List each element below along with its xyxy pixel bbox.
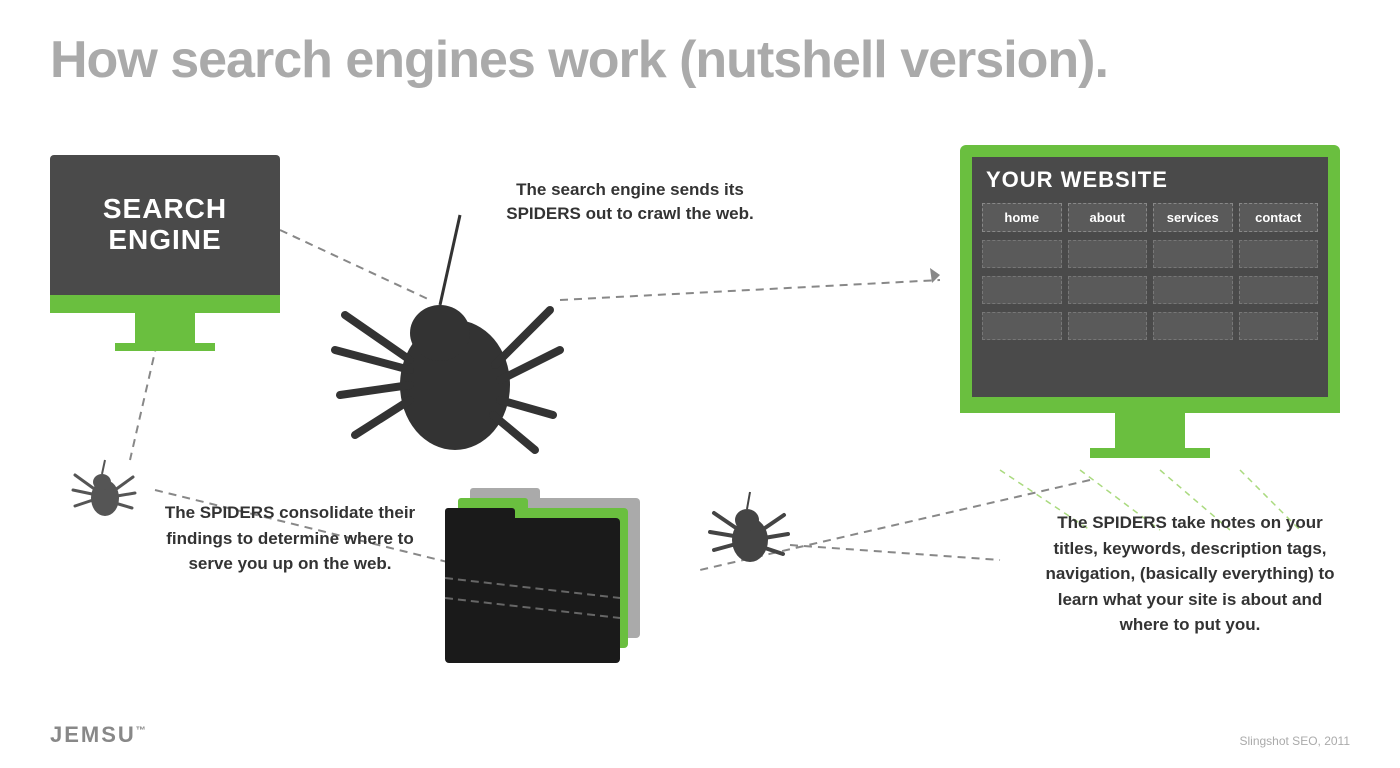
nav-home: home (982, 203, 1062, 232)
content-rows (982, 240, 1318, 340)
monitor-outer-green: YOUR WEBSITE home about services contact (960, 145, 1340, 397)
monitor-line1: SEARCH (103, 193, 227, 224)
nav-bar: home about services contact (982, 203, 1318, 232)
spider-large (295, 185, 575, 475)
nav-services: services (1153, 203, 1233, 232)
monitor-bottom-green (960, 397, 1340, 413)
monitor-label: SEARCH ENGINE (103, 194, 227, 256)
nav-contact: contact (1239, 203, 1319, 232)
website-title: YOUR WEBSITE (982, 167, 1318, 193)
monitor-stand (135, 313, 195, 343)
brand-tm: ™ (136, 726, 148, 737)
content-block (1068, 276, 1148, 304)
content-block (982, 276, 1062, 304)
content-row-2 (982, 276, 1318, 304)
content-block (1239, 276, 1319, 304)
spider-small-bottom-center (700, 480, 800, 580)
brand-name: JEMSU (50, 722, 136, 747)
content-block (1068, 240, 1148, 268)
content-row-3 (982, 312, 1318, 340)
nav-about: about (1068, 203, 1148, 232)
annotation-bottom-right: The SPIDERS take notes on your titles, k… (1035, 510, 1345, 638)
content-row-1 (982, 240, 1318, 268)
credit-text: Slingshot SEO, 2011 (1239, 734, 1350, 748)
page-title: How search engines work (nutshell versio… (50, 30, 1108, 90)
monitor-line2: ENGINE (108, 224, 221, 255)
monitor-base (115, 343, 215, 351)
brand-logo: JEMSU™ (50, 722, 148, 748)
website-monitor: YOUR WEBSITE home about services contact (960, 145, 1340, 458)
content-block (982, 312, 1062, 340)
website-base (1090, 448, 1210, 458)
search-engine-monitor: SEARCH ENGINE (50, 155, 280, 351)
folder-stack (440, 478, 670, 688)
content-block (1153, 312, 1233, 340)
spider-small-left (65, 450, 145, 530)
monitor-screen: SEARCH ENGINE (50, 155, 280, 295)
website-screen: YOUR WEBSITE home about services contact (972, 157, 1328, 397)
monitor-green-border (50, 295, 280, 313)
content-block (1153, 276, 1233, 304)
content-block (1239, 312, 1319, 340)
annotation-top: The search engine sends its SPIDERS out … (490, 178, 770, 226)
website-stand (1115, 413, 1185, 448)
content-block (1153, 240, 1233, 268)
content-block (982, 240, 1062, 268)
content-block (1239, 240, 1319, 268)
content-block (1068, 312, 1148, 340)
annotation-bottom-left: The SPIDERS consolidate their findings t… (160, 500, 420, 577)
